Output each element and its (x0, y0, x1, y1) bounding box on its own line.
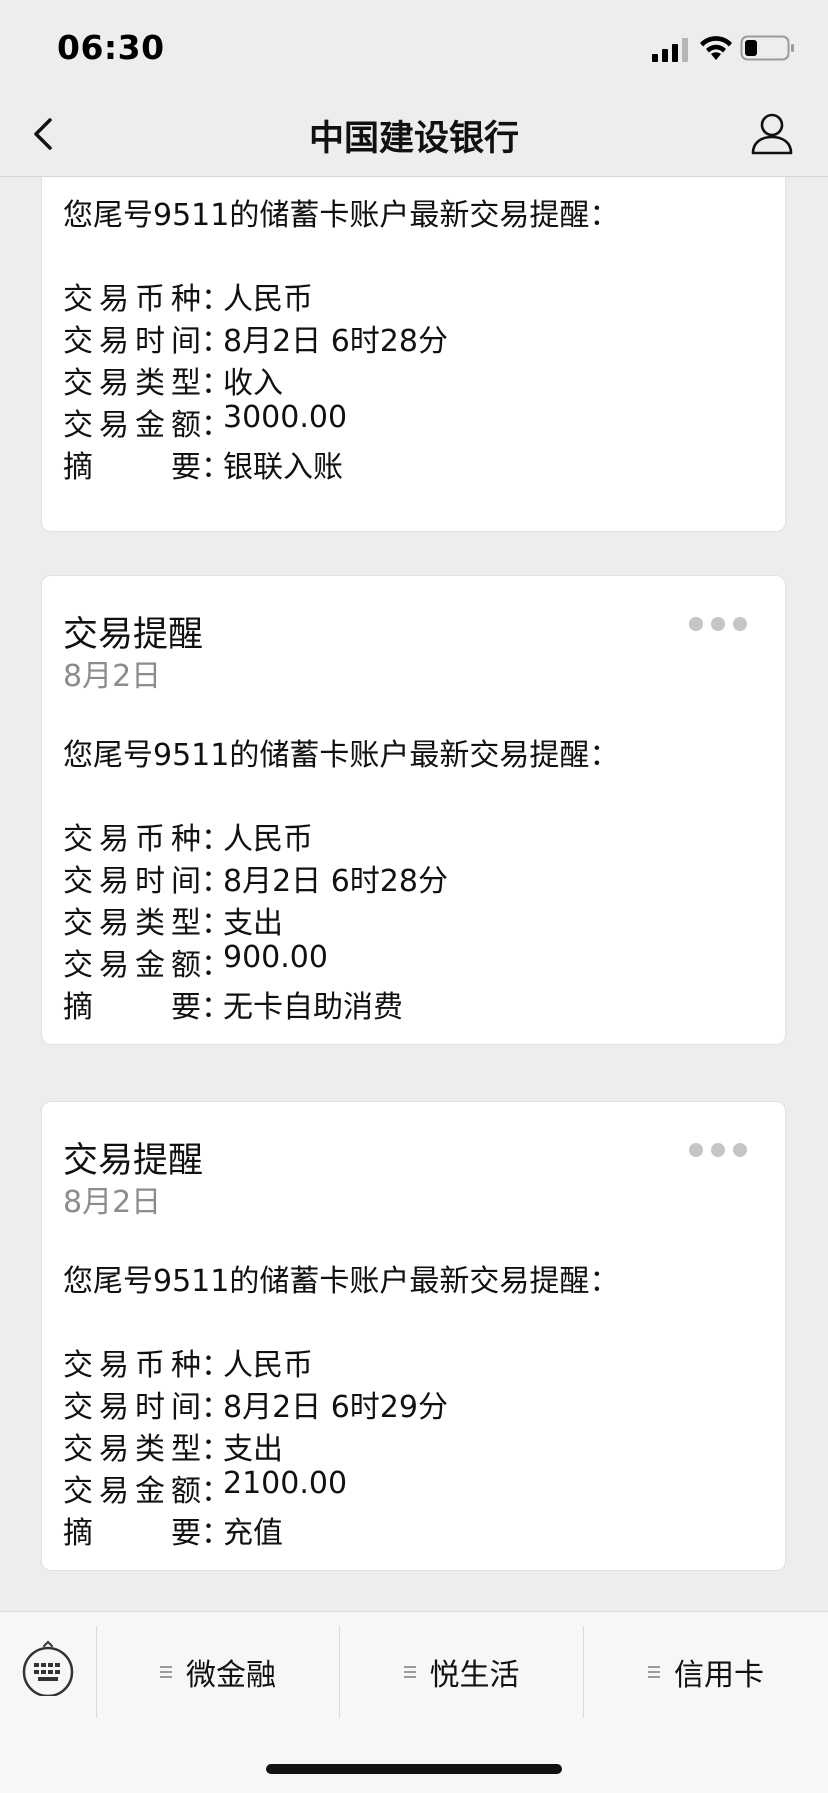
transaction-card[interactable]: 交易提醒 8月2日 您尾号9511的储蓄卡账户最新交易提醒： 交易币种：人民币 … (41, 1101, 786, 1571)
detail-row-time: 交易时间： 8月2日 6时28分 (63, 316, 448, 359)
card-details: 交易币种：人民币 交易时间： 8月2日 6时28分 交易类型：支出 交易金额： 90… (63, 814, 448, 1025)
detail-colon: ： (201, 822, 231, 857)
detail-colon: ： (201, 864, 231, 899)
detail-colon: ： (201, 948, 231, 983)
menu-item-label: 悦生活 (429, 1658, 520, 1693)
card-date: 8月2日 (63, 659, 162, 694)
menu-item-label: 信用卡 (674, 1658, 764, 1693)
menu-item-lifestyle[interactable]: 悦生活 (340, 1626, 583, 1718)
card-details: 交易币种：人民币 交易时间： 8月2日 6时28分 交易类型：收入 交易金额： 30… (63, 274, 448, 485)
detail-label: 交易金额 (63, 1474, 201, 1509)
status-time: 06:30 (57, 28, 165, 67)
page-title: 中国建设银行 (308, 119, 519, 159)
detail-row-currency: 交易币种：人民币 (63, 1340, 448, 1383)
detail-colon: ： (201, 1474, 231, 1509)
cellular-signal-icon (652, 38, 688, 62)
detail-label: 交易类型 (63, 366, 201, 401)
detail-row-time: 交易时间： 8月2日 6时28分 (63, 856, 448, 899)
menu-item-credit-card[interactable]: 信用卡 (584, 1626, 828, 1718)
detail-label: 摘要 (63, 1516, 201, 1551)
detail-colon: ： (201, 1348, 231, 1383)
transaction-card[interactable]: 交易提醒 8月2日 您尾号9511的储蓄卡账户最新交易提醒： 交易币种：人民币 … (41, 575, 786, 1045)
card-intro: 您尾号9511的储蓄卡账户最新交易提醒： (63, 198, 620, 233)
menu-item-label: 微金融 (186, 1658, 276, 1693)
detail-label: 交易金额 (63, 408, 201, 443)
detail-row-amount: 交易金额： 3000.00 (63, 400, 448, 443)
detail-label: 交易金额 (63, 948, 201, 983)
detail-colon: ： (201, 282, 231, 317)
detail-label: 交易币种 (63, 1348, 201, 1383)
card-title: 交易提醒 (63, 615, 204, 655)
detail-colon: ： (201, 1432, 231, 1467)
detail-label: 摘要 (63, 990, 201, 1025)
card-details: 交易币种：人民币 交易时间： 8月2日 6时29分 交易类型：支出 交易金额： 21… (63, 1340, 448, 1551)
person-icon[interactable] (748, 110, 796, 158)
detail-value: 900.00 (223, 940, 328, 975)
detail-value: 人民币 (223, 282, 313, 317)
detail-row-summary: 摘要：银联入账 (63, 442, 448, 485)
detail-label: 交易时间 (63, 324, 201, 359)
detail-row-time: 交易时间： 8月2日 6时29分 (63, 1382, 448, 1425)
detail-colon: ： (201, 408, 231, 443)
status-bar: 06:30 (0, 0, 828, 92)
detail-colon: ： (201, 450, 231, 485)
detail-value: 8月2日 6时29分 (223, 1390, 448, 1425)
detail-label: 摘要 (63, 450, 201, 485)
card-title: 交易提醒 (63, 1141, 204, 1181)
detail-value: 人民币 (223, 822, 313, 857)
card-intro: 您尾号9511的储蓄卡账户最新交易提醒： (63, 1264, 620, 1299)
detail-value: 8月2日 6时28分 (223, 864, 448, 899)
more-ellipsis-icon[interactable] (689, 616, 767, 632)
transaction-card: 您尾号9511的储蓄卡账户最新交易提醒： 交易币种：人民币 交易时间： 8月2日 … (41, 177, 786, 532)
detail-row-currency: 交易币种：人民币 (63, 814, 448, 857)
nav-bar: 中国建设银行 (0, 92, 828, 177)
detail-row-summary: 摘要：充值 (63, 1508, 448, 1551)
card-date: 8月2日 (63, 1185, 162, 1220)
detail-value: 人民币 (223, 1348, 313, 1383)
wifi-icon (700, 36, 732, 60)
detail-row-type: 交易类型：支出 (63, 1424, 448, 1467)
detail-label: 交易类型 (63, 906, 201, 941)
home-indicator[interactable] (266, 1764, 562, 1774)
detail-value: 无卡自助消费 (223, 990, 403, 1025)
detail-value: 银联入账 (223, 450, 343, 485)
detail-value: 支出 (223, 1432, 283, 1467)
menu-lines-icon (403, 1665, 418, 1679)
detail-value: 支出 (223, 906, 283, 941)
more-ellipsis-icon[interactable] (689, 1142, 767, 1158)
detail-colon: ： (201, 366, 231, 401)
detail-colon: ： (201, 1516, 231, 1551)
detail-row-currency: 交易币种：人民币 (63, 274, 448, 317)
detail-row-amount: 交易金额： 900.00 (63, 940, 448, 983)
detail-label: 交易时间 (63, 1390, 201, 1425)
card-intro: 您尾号9511的储蓄卡账户最新交易提醒： (63, 738, 620, 773)
detail-row-summary: 摘要：无卡自助消费 (63, 982, 448, 1025)
detail-label: 交易类型 (63, 1432, 201, 1467)
detail-value: 8月2日 6时28分 (223, 324, 448, 359)
detail-colon: ： (201, 906, 231, 941)
detail-label: 交易币种 (63, 282, 201, 317)
battery-icon (740, 35, 794, 61)
keyboard-icon[interactable] (20, 1640, 76, 1696)
detail-row-type: 交易类型：支出 (63, 898, 448, 941)
detail-colon: ： (201, 1390, 231, 1425)
detail-colon: ： (201, 990, 231, 1025)
menu-lines-icon (648, 1665, 662, 1679)
detail-value: 收入 (223, 366, 283, 401)
detail-label: 交易时间 (63, 864, 201, 899)
detail-value: 2100.00 (223, 1466, 348, 1501)
detail-label: 交易币种 (63, 822, 201, 857)
detail-value: 充值 (223, 1516, 283, 1551)
detail-row-amount: 交易金额： 2100.00 (63, 1466, 448, 1509)
message-list[interactable]: 您尾号9511的储蓄卡账户最新交易提醒： 交易币种：人民币 交易时间： 8月2日 … (0, 177, 828, 1611)
detail-value: 3000.00 (223, 400, 348, 435)
menu-item-micro-finance[interactable]: 微金融 (97, 1626, 339, 1718)
detail-row-type: 交易类型：收入 (63, 358, 448, 401)
detail-colon: ： (201, 324, 231, 359)
menu-lines-icon (160, 1665, 174, 1679)
